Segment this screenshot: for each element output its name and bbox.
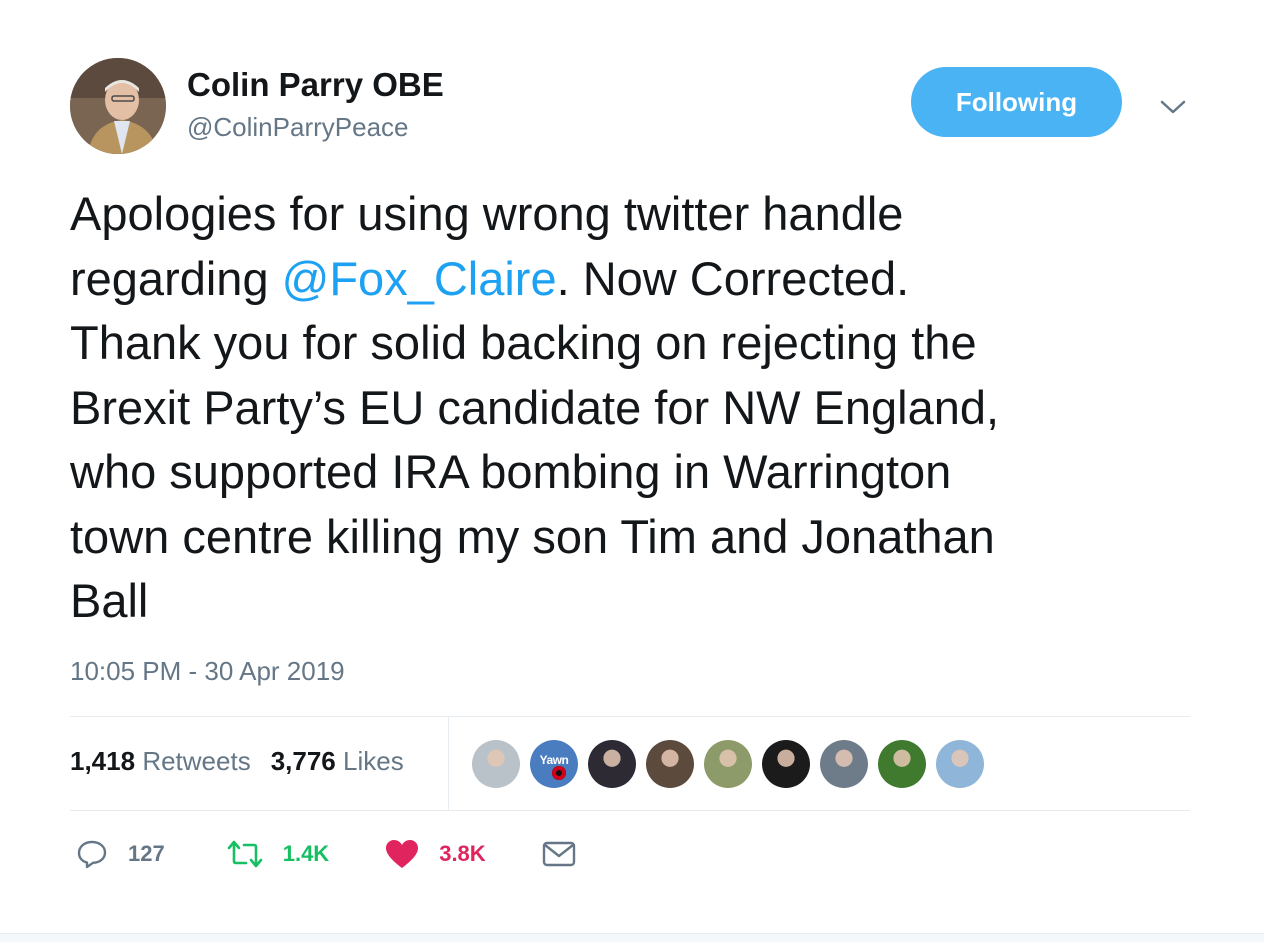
likes-label: Likes (343, 746, 404, 776)
like-count: 3.8K (439, 841, 486, 866)
divider (70, 810, 1190, 811)
yawn-logo-avatar[interactable]: Yawn (530, 740, 578, 788)
retweets-label: Retweets (142, 746, 251, 776)
retweet-count: 1.4K (282, 841, 330, 866)
retweets-stat[interactable]: 1,418 Retweets (70, 746, 251, 776)
user-avatar[interactable] (820, 740, 868, 788)
user-avatar[interactable] (762, 740, 810, 788)
likes-count: 3,776 (270, 746, 336, 776)
action-bar: 127 1.4K 3.8K (76, 838, 576, 870)
user-avatar[interactable] (646, 740, 694, 788)
tweet-text: Apologies for using wrong twitter handle… (70, 182, 1210, 634)
divider (448, 717, 449, 810)
likes-stat[interactable]: 3,776 Likes (271, 746, 404, 776)
yawn-logo-text: Yawn (539, 753, 569, 767)
like-button[interactable]: 3.8K (385, 839, 486, 869)
page-footer-strip (0, 933, 1264, 942)
reply-icon (77, 840, 107, 869)
author-handle[interactable]: @ColinParryPeace (187, 112, 408, 143)
heart-icon (386, 840, 419, 868)
chevron-down-icon (1160, 100, 1186, 114)
retweet-icon (227, 840, 263, 868)
tweet-stats: 1,418 Retweets 3,776 Likes (70, 746, 404, 777)
liker-avatars: Yawn (472, 740, 984, 788)
poppy-icon (552, 766, 566, 780)
mention-link[interactable]: @Fox_Claire (282, 252, 557, 305)
direct-message-button[interactable] (542, 840, 576, 868)
user-avatar[interactable] (936, 740, 984, 788)
retweets-count: 1,418 (70, 746, 136, 776)
user-avatar[interactable] (472, 740, 520, 788)
reply-count: 127 (128, 841, 165, 866)
envelope-icon (542, 841, 575, 867)
retweet-button[interactable]: 1.4K (227, 839, 329, 869)
author-name[interactable]: Colin Parry OBE (187, 66, 444, 104)
user-avatar[interactable] (878, 740, 926, 788)
tweet-timestamp[interactable]: 10:05 PM - 30 Apr 2019 (70, 656, 345, 687)
tweet-text-part: . Now Corrected. Thank you for solid bac… (70, 251, 1000, 628)
avatar-portrait-icon (70, 58, 166, 154)
divider (70, 716, 1190, 717)
following-button[interactable]: Following (911, 67, 1122, 137)
reply-button[interactable]: 127 (76, 838, 165, 870)
more-options-button[interactable] (1156, 90, 1190, 124)
user-avatar[interactable] (704, 740, 752, 788)
author-avatar[interactable] (70, 58, 166, 154)
user-avatar[interactable] (588, 740, 636, 788)
